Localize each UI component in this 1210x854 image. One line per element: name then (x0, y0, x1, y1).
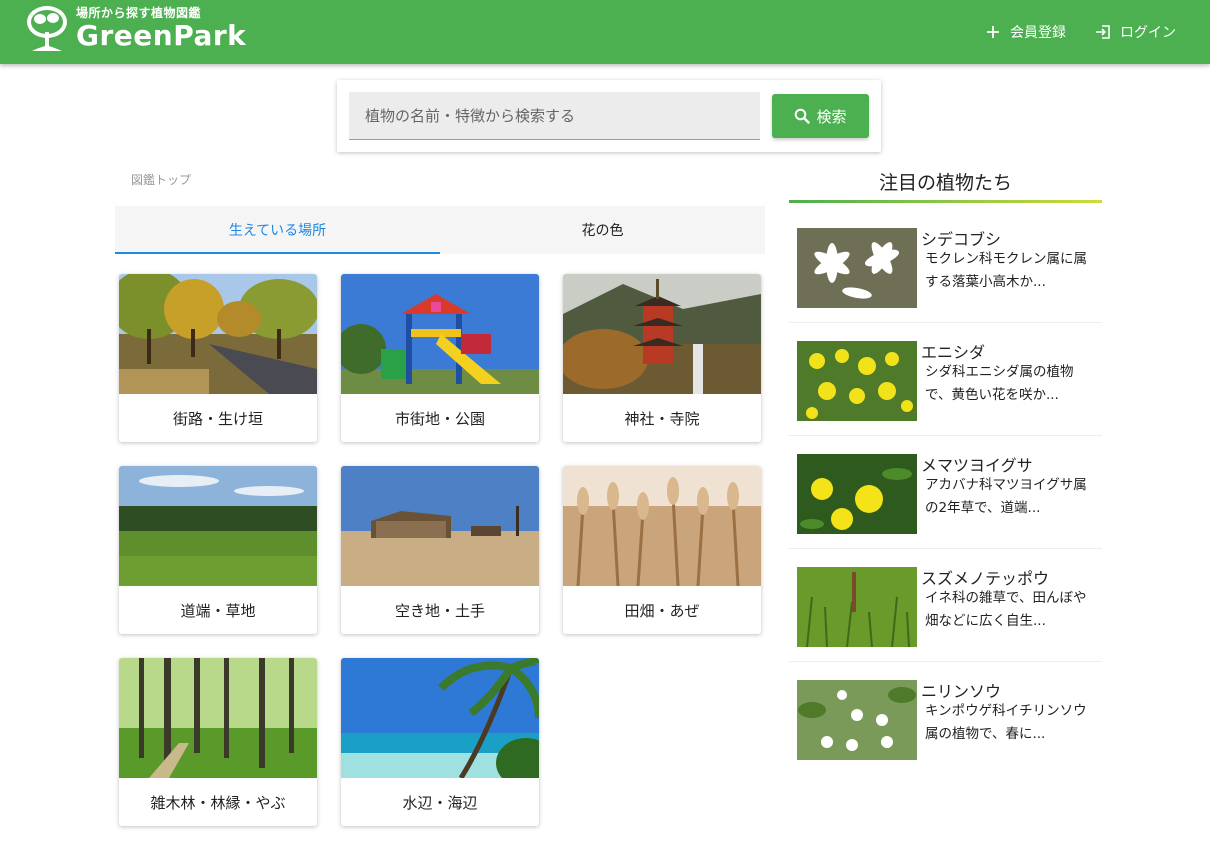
plant-name: ニリンソウ (921, 682, 1002, 701)
place-card-street[interactable]: 街路・生け垣 (119, 274, 317, 442)
logo-brand-name: GreenPark (76, 19, 247, 52)
search-icon (795, 108, 811, 124)
search-input[interactable] (349, 92, 760, 140)
place-card-vacant-lot[interactable]: 空き地・土手 (341, 466, 539, 634)
plant-thumbnail (797, 228, 917, 308)
place-card-field[interactable]: 田畑・あぜ (563, 466, 761, 634)
place-card-label: 街路・生け垣 (172, 409, 263, 428)
park-photo (341, 274, 539, 394)
featured-plant-item[interactable]: メマツヨイグサ アカバナ科マツヨイグサ属の2年草で、道端... (789, 436, 1102, 549)
plant-thumbnail (797, 567, 917, 647)
featured-plant-item[interactable]: エニシダ シダ科エニシダ属の植物で、黄色い花を咲か... (789, 323, 1102, 436)
roadside-photo (119, 466, 317, 586)
featured-plant-item[interactable]: スズメノテッポウ イネ科の雑草で、田んぼや畑などに広く自生... (789, 549, 1102, 662)
plant-name: スズメノテッポウ (921, 569, 1050, 588)
street-photo (119, 274, 317, 394)
register-label: 会員登録 (1010, 25, 1066, 41)
plant-thumbnail (797, 680, 917, 760)
search-button[interactable]: 検索 (772, 94, 869, 138)
plant-name: シデコブシ (921, 230, 1002, 249)
plant-description: キンポウゲ科イチリンソウ属の植物で、春に... (925, 703, 1087, 742)
place-card-label: 田畑・あぜ (624, 601, 700, 620)
breadcrumb[interactable]: 図鑑トップ (131, 171, 191, 188)
place-card-woods[interactable]: 雑木林・林縁・やぶ (119, 658, 317, 826)
category-tabs: 生えている場所 花の色 (115, 206, 765, 254)
app-header: 場所から探す植物図鑑 GreenPark 会員登録 ログイン (0, 0, 1210, 64)
place-card-roadside[interactable]: 道端・草地 (119, 466, 317, 634)
tree-logo-icon (27, 6, 67, 51)
plant-description: シダ科エニシダ属の植物で、黄色い花を咲か... (925, 364, 1074, 403)
place-card-label: 道端・草地 (180, 601, 256, 620)
shrine-photo (563, 274, 761, 394)
featured-plant-item[interactable]: ニリンソウ キンポウゲ科イチリンソウ属の植物で、春に... (789, 662, 1102, 775)
featured-plants-title: 注目の植物たち (878, 172, 1012, 194)
header-nav: 会員登録 ログイン (984, 0, 1176, 64)
plant-description: イネ科の雑草で、田んぼや畑などに広く自生... (925, 590, 1087, 629)
waterside-photo (341, 658, 539, 778)
login-icon (1094, 23, 1112, 41)
place-card-label: 空き地・土手 (394, 601, 485, 620)
plant-thumbnail (797, 454, 917, 534)
place-card-label: 市街地・公園 (394, 409, 485, 428)
plant-thumbnail (797, 341, 917, 421)
search-bar: 検索 (337, 80, 881, 152)
place-card-label: 神社・寺院 (624, 409, 700, 428)
title-underline (789, 200, 1102, 203)
place-card-shrine[interactable]: 神社・寺院 (563, 274, 761, 442)
tab-place[interactable]: 生えている場所 (115, 206, 440, 254)
logo-tagline: 場所から探す植物図鑑 (76, 6, 202, 20)
plant-description: アカバナ科マツヨイグサ属の2年草で、道端... (925, 477, 1087, 516)
register-link[interactable]: 会員登録 (984, 22, 1066, 42)
featured-plant-item[interactable]: シデコブシ モクレン科モクレン属に属する落葉小高木か... (789, 210, 1102, 323)
tab-flower-color[interactable]: 花の色 (440, 206, 765, 254)
logo[interactable]: 場所から探す植物図鑑 GreenPark (24, 4, 246, 54)
plant-description: モクレン科モクレン属に属する落葉小高木か... (925, 251, 1087, 290)
plant-name: メマツヨイグサ (921, 456, 1033, 475)
place-card-label: 水辺・海辺 (402, 793, 478, 812)
login-link[interactable]: ログイン (1094, 22, 1176, 42)
vacant-lot-photo (341, 466, 539, 586)
place-card-park[interactable]: 市街地・公園 (341, 274, 539, 442)
plant-name: エニシダ (921, 343, 986, 362)
woods-photo (119, 658, 317, 778)
login-label: ログイン (1120, 25, 1176, 41)
place-card-waterside[interactable]: 水辺・海辺 (341, 658, 539, 826)
place-card-label: 雑木林・林縁・やぶ (150, 793, 286, 812)
field-photo (563, 466, 761, 586)
plus-icon (984, 23, 1002, 41)
search-button-label: 検索 (816, 107, 847, 126)
